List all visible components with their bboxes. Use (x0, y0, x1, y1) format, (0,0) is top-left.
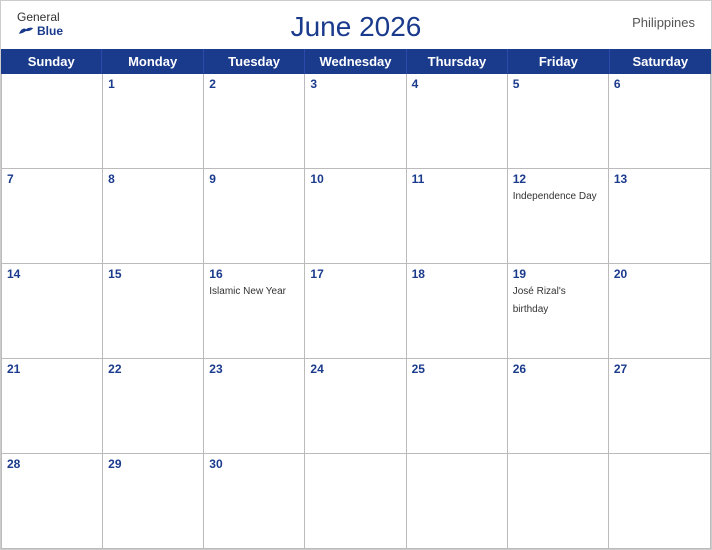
day-number: 10 (310, 172, 400, 186)
day-cell: 14 (2, 264, 103, 358)
calendar-header: General Blue June 2026 Philippines (1, 1, 711, 49)
day-number: 4 (412, 77, 502, 91)
day-cell: 28 (2, 454, 103, 548)
dow-friday: Friday (508, 49, 609, 74)
day-cell: 1 (103, 74, 204, 168)
calendar: General Blue June 2026 Philippines Sunda… (0, 0, 712, 550)
day-number: 24 (310, 362, 400, 376)
day-cell (407, 454, 508, 548)
day-cell: 11 (407, 169, 508, 263)
dow-wednesday: Wednesday (305, 49, 406, 74)
day-cell: 22 (103, 359, 204, 453)
day-number: 16 (209, 267, 299, 281)
day-number: 5 (513, 77, 603, 91)
day-number: 18 (412, 267, 502, 281)
day-number: 7 (7, 172, 97, 186)
logo-bird-icon (17, 24, 35, 38)
day-number: 11 (412, 172, 502, 186)
day-cell: 3 (305, 74, 406, 168)
day-number: 1 (108, 77, 198, 91)
day-number: 9 (209, 172, 299, 186)
day-cell: 25 (407, 359, 508, 453)
dow-tuesday: Tuesday (204, 49, 305, 74)
day-number: 29 (108, 457, 198, 471)
day-cell: 7 (2, 169, 103, 263)
day-cell: 21 (2, 359, 103, 453)
day-number: 6 (614, 77, 705, 91)
day-number: 20 (614, 267, 705, 281)
day-cell: 29 (103, 454, 204, 548)
day-cell: 30 (204, 454, 305, 548)
day-number: 13 (614, 172, 705, 186)
country-label: Philippines (632, 15, 695, 30)
day-number: 25 (412, 362, 502, 376)
week-row-1: 123456 (2, 74, 710, 169)
day-cell: 18 (407, 264, 508, 358)
day-cell (508, 454, 609, 548)
day-number: 28 (7, 457, 97, 471)
day-cell: 24 (305, 359, 406, 453)
day-cell: 16 Islamic New Year (204, 264, 305, 358)
event-label: José Rizal's birthday (513, 286, 566, 315)
day-number: 19 (513, 267, 603, 281)
day-number: 30 (209, 457, 299, 471)
day-number: 2 (209, 77, 299, 91)
day-cell: 10 (305, 169, 406, 263)
dow-thursday: Thursday (407, 49, 508, 74)
calendar-body: 123456789101112Independence Day13141516I… (1, 74, 711, 549)
day-cell: 13 (609, 169, 710, 263)
day-cell: 15 (103, 264, 204, 358)
day-number: 15 (108, 267, 198, 281)
logo-blue-text: Blue (17, 24, 63, 38)
day-cell: 5 (508, 74, 609, 168)
day-number: 12 (513, 172, 603, 186)
day-cell: 12 Independence Day (508, 169, 609, 263)
day-cell: 20 (609, 264, 710, 358)
day-cell (2, 74, 103, 168)
day-number: 21 (7, 362, 97, 376)
day-number: 22 (108, 362, 198, 376)
day-cell: 23 (204, 359, 305, 453)
day-cell: 26 (508, 359, 609, 453)
day-number: 3 (310, 77, 400, 91)
day-cell (609, 454, 710, 548)
day-cell: 6 (609, 74, 710, 168)
dow-saturday: Saturday (610, 49, 711, 74)
day-number: 8 (108, 172, 198, 186)
week-row-4: 21 22 23 24 25 26 27 (2, 359, 710, 454)
week-row-3: 14 15 16 Islamic New Year 17 18 19 José Rizal's… (2, 264, 710, 359)
day-cell: 17 (305, 264, 406, 358)
week-row-5: 28 29 30 (2, 454, 710, 548)
day-number: 26 (513, 362, 603, 376)
day-cell: 27 (609, 359, 710, 453)
day-cell: 9 (204, 169, 305, 263)
logo-general-text: General (17, 11, 60, 24)
dow-monday: Monday (102, 49, 203, 74)
day-number: 27 (614, 362, 705, 376)
logo: General Blue (17, 11, 63, 38)
day-cell (305, 454, 406, 548)
day-cell: 19 José Rizal's birthday (508, 264, 609, 358)
day-number: 17 (310, 267, 400, 281)
month-title: June 2026 (291, 11, 422, 43)
event-label: Independence Day (513, 191, 597, 202)
day-cell: 8 (103, 169, 204, 263)
day-number: 23 (209, 362, 299, 376)
day-cell: 2 (204, 74, 305, 168)
day-headers: Sunday Monday Tuesday Wednesday Thursday… (1, 49, 711, 74)
day-number: 14 (7, 267, 97, 281)
dow-sunday: Sunday (1, 49, 102, 74)
day-cell: 4 (407, 74, 508, 168)
event-label: Islamic New Year (209, 286, 286, 297)
week-row-2: 789 10 11 12 Independence Day 13 (2, 169, 710, 264)
